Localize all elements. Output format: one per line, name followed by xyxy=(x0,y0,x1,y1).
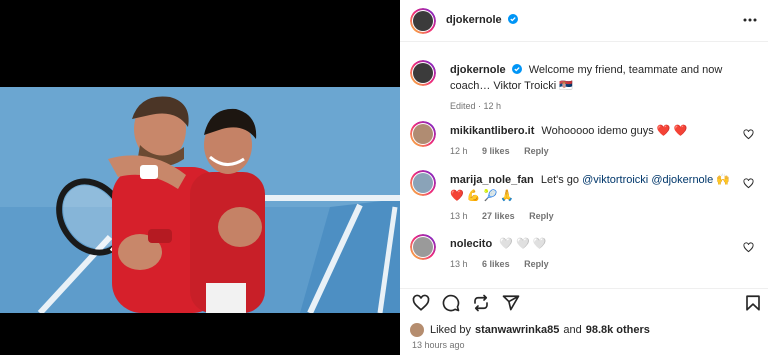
caption-meta: Edited · 12 h xyxy=(450,101,502,111)
players-hugging-image xyxy=(0,87,400,313)
likes-joiner: and xyxy=(563,324,582,336)
post-photo[interactable] xyxy=(0,87,400,313)
comment-item: marija_nole_fan Let's go @viktortroicki … xyxy=(410,170,758,226)
comment-text: 🤍 🤍 🤍 xyxy=(499,238,547,250)
verified-icon xyxy=(511,64,522,74)
comment-meta: 12 h 9 likes Reply xyxy=(450,143,740,159)
comment-body: nolecito 🤍 🤍 🤍 13 h 6 likes Reply xyxy=(450,236,740,272)
liker-username[interactable]: stanwawrinka85 xyxy=(475,324,559,336)
author-avatar[interactable] xyxy=(410,8,436,34)
mention-link[interactable]: @djokernole xyxy=(651,174,713,186)
likes-others[interactable]: 98.8k others xyxy=(586,324,650,336)
comment-meta: 13 h 27 likes Reply xyxy=(450,208,740,224)
author-block: djokernole xyxy=(446,14,518,26)
author-username[interactable]: djokernole xyxy=(446,14,502,26)
caption-avatar[interactable] xyxy=(410,60,436,86)
comment-icon[interactable] xyxy=(442,294,460,312)
comment-item: mikikantlibero.it Wohooooo idemo guys ❤️… xyxy=(410,121,758,161)
comment-body: mikikantlibero.it Wohooooo idemo guys ❤️… xyxy=(450,123,740,159)
liker-avatar[interactable] xyxy=(410,323,424,337)
post-media xyxy=(0,0,400,355)
comment-meta: 13 h 6 likes Reply xyxy=(450,256,740,272)
commenter-username[interactable]: mikikantlibero.it xyxy=(450,125,534,137)
send-icon[interactable] xyxy=(502,294,520,312)
mention-link[interactable]: @viktortroicki xyxy=(582,174,648,186)
comment-time: 13 h xyxy=(450,211,468,221)
commenter-avatar[interactable] xyxy=(410,234,436,260)
caption-body: djokernole Welcome my friend, teammate a… xyxy=(450,62,740,114)
comment-text: Let's go xyxy=(540,174,580,186)
commenter-avatar[interactable] xyxy=(410,121,436,147)
comment-likes[interactable]: 6 likes xyxy=(482,259,510,269)
comment-time: 12 h xyxy=(450,146,468,156)
comment-likes[interactable]: 27 likes xyxy=(482,211,515,221)
verified-icon xyxy=(507,14,518,24)
commenter-username[interactable]: nolecito xyxy=(450,238,492,250)
post-timestamp[interactable]: 13 hours ago xyxy=(412,340,465,350)
like-comment-heart-icon[interactable] xyxy=(743,129,754,140)
comment-item: nolecito 🤍 🤍 🤍 13 h 6 likes Reply xyxy=(410,234,758,274)
comment-time: 13 h xyxy=(450,259,468,269)
more-options-icon[interactable] xyxy=(742,12,758,28)
bookmark-icon[interactable] xyxy=(744,294,762,312)
reply-button[interactable]: Reply xyxy=(524,259,549,269)
caption-text-line: djokernole Welcome my friend, teammate a… xyxy=(450,62,740,94)
share-icon[interactable] xyxy=(472,294,490,312)
post-side-panel: djokernole djokernole Welcome my friend,… xyxy=(400,0,768,355)
like-comment-heart-icon[interactable] xyxy=(743,178,754,189)
reply-button[interactable]: Reply xyxy=(524,146,549,156)
like-comment-heart-icon[interactable] xyxy=(743,242,754,253)
commenter-username[interactable]: marija_nole_fan xyxy=(450,174,534,186)
likes-summary: Liked by stanwawrinka85 and 98.8k others xyxy=(410,322,650,338)
action-bar xyxy=(400,288,768,316)
comment-body: marija_nole_fan Let's go @viktortroicki … xyxy=(450,172,740,224)
comment-text: Wohooooo idemo guys ❤️ ❤️ xyxy=(541,125,688,137)
post-header: djokernole xyxy=(400,0,768,42)
likes-prefix: Liked by xyxy=(430,324,471,336)
comment-likes[interactable]: 9 likes xyxy=(482,146,510,156)
reply-button[interactable]: Reply xyxy=(529,211,554,221)
caption-username[interactable]: djokernole xyxy=(450,64,506,76)
heart-icon[interactable] xyxy=(412,294,430,312)
post-caption: djokernole Welcome my friend, teammate a… xyxy=(410,60,758,111)
commenter-avatar[interactable] xyxy=(410,170,436,196)
